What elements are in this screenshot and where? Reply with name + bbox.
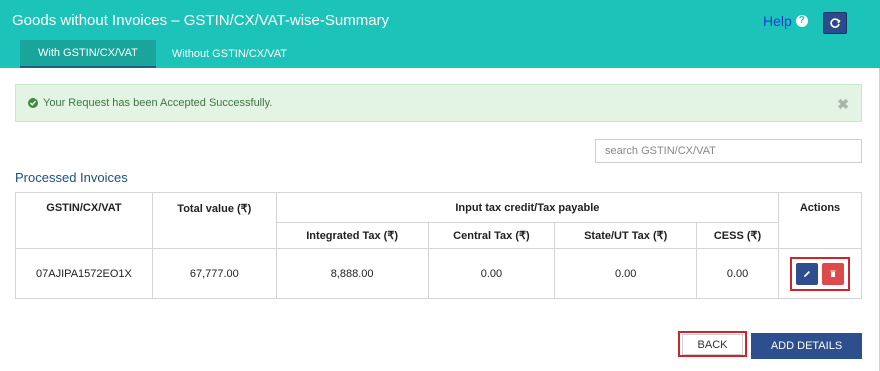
cell-integrated-tax: 8,888.00 — [275, 248, 429, 299]
section-title: Processed Invoices — [15, 170, 128, 185]
header-total-value: Total value (₹) — [151, 192, 277, 249]
cell-actions — [777, 248, 863, 299]
trash-icon — [830, 270, 836, 277]
add-details-button[interactable]: ADD DETAILS — [751, 333, 862, 359]
header-cess: CESS (₹) — [696, 222, 779, 249]
header-state-ut-tax: State/UT Tax (₹) — [554, 222, 698, 249]
tab-with-gstin[interactable]: With GSTIN/CX/VAT — [20, 40, 156, 68]
back-button[interactable]: BACK — [682, 334, 743, 355]
header: Goods without Invoices – GSTIN/CX/VAT-wi… — [0, 0, 880, 68]
check-circle-icon — [28, 98, 38, 108]
refresh-icon — [830, 18, 841, 28]
header-actions: Actions — [777, 192, 863, 249]
help-label: Help — [763, 13, 792, 29]
row-actions — [789, 256, 850, 291]
refresh-button[interactable] — [823, 12, 847, 34]
delete-button[interactable] — [821, 262, 844, 285]
processed-invoices-table: GSTIN/CX/VAT Total value (₹) Input tax c… — [15, 192, 863, 299]
cell-gstin: 07AJIPA1572EO1X — [15, 248, 153, 299]
cell-state-ut-tax: 0.00 — [554, 248, 698, 299]
table-row: 07AJIPA1572EO1X 67,777.00 8,888.00 0.00 … — [15, 248, 863, 299]
header-itc-group: Input tax credit/Tax payable — [275, 192, 779, 223]
page: Goods without Invoices – GSTIN/CX/VAT-wi… — [0, 0, 880, 371]
question-circle-icon: ? — [795, 15, 808, 27]
cell-cess: 0.00 — [696, 248, 779, 299]
close-icon[interactable]: ✖ — [837, 96, 849, 113]
header-integrated-tax: Integrated Tax (₹) — [275, 222, 429, 249]
header-gstin: GSTIN/CX/VAT — [15, 192, 153, 249]
success-alert: Your Request has been Accepted Successfu… — [15, 84, 862, 122]
cell-total-value: 67,777.00 — [151, 248, 277, 299]
edit-button[interactable] — [795, 262, 818, 285]
table-header-row: GSTIN/CX/VAT Total value (₹) Input tax c… — [15, 192, 863, 249]
alert-message: Your Request has been Accepted Successfu… — [43, 97, 273, 109]
cell-central-tax: 0.00 — [427, 248, 556, 299]
tab-bar: With GSTIN/CX/VAT Without GSTIN/CX/VAT — [20, 40, 303, 68]
pencil-icon — [803, 270, 810, 277]
header-central-tax: Central Tax (₹) — [427, 222, 556, 249]
help-link[interactable]: Help ? — [763, 13, 808, 29]
search-input[interactable] — [595, 139, 862, 163]
page-title: Goods without Invoices – GSTIN/CX/VAT-wi… — [12, 12, 390, 29]
tab-strip-divider — [20, 68, 550, 70]
tab-without-gstin[interactable]: Without GSTIN/CX/VAT — [156, 40, 303, 68]
